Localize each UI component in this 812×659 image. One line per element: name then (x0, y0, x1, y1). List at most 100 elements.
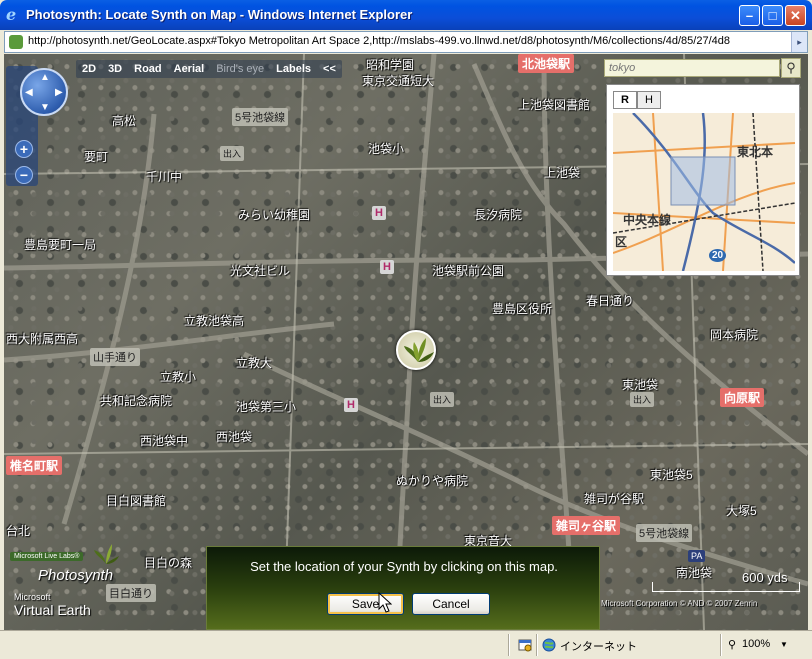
zoom-icon[interactable]: ⚲ (728, 638, 736, 651)
parking-marker: PA (688, 550, 706, 562)
map-label: 大塚5 (726, 504, 757, 518)
map-label: 上池袋図書館 (518, 98, 591, 112)
station-label: 椎名町駅 (6, 456, 63, 475)
map-label: 要町 (84, 150, 109, 164)
map-label: 共和記念病院 (100, 394, 173, 408)
map-label: 西池袋 (216, 430, 253, 444)
synth-location-pin[interactable] (396, 330, 436, 370)
synth-leaf-icon (404, 338, 434, 362)
minimap-view[interactable]: 東北本 中央本線 区 20 (613, 113, 795, 271)
photosynth-logo-icon (94, 544, 119, 564)
map-label: 昭和学園 (366, 58, 415, 72)
route-label: 5号池袋線 (232, 108, 289, 126)
pan-up-icon[interactable]: ▲ (40, 72, 50, 83)
ie-logo-icon: e (6, 5, 17, 24)
map-label: 西池袋中 (140, 434, 189, 448)
address-url[interactable]: http://photosynth.net/GeoLocate.aspx#Tok… (28, 35, 793, 47)
virtual-earth-logo: Virtual Earth (14, 602, 91, 618)
pan-right-icon[interactable]: ▶ (55, 87, 63, 98)
aerial-map[interactable]: 2D 3D Road Aerial Bird's eye Labels << +… (4, 54, 808, 630)
window-title: Photosynth: Locate Synth on Map - Window… (26, 7, 413, 22)
search-icon[interactable]: ⚲ (781, 58, 801, 78)
road-style-button[interactable]: Road (134, 63, 162, 75)
live-labs-badge: Microsoft Live Labs® (10, 552, 84, 561)
station-label: 雑司ヶ谷駅 (552, 516, 621, 535)
cancel-button[interactable]: Cancel (412, 593, 490, 615)
station-label: 向原駅 (720, 388, 765, 407)
labels-toggle[interactable]: Labels (276, 63, 311, 75)
collapse-toolbar-button[interactable]: << (323, 63, 336, 75)
map-label: 岡本病院 (710, 328, 759, 342)
pan-compass[interactable]: ▲ ▼ ◀ ▶ (20, 68, 68, 116)
exit-marker: 出入 (430, 392, 455, 407)
locate-synth-dialog: Set the location of your Synth by clicki… (206, 546, 600, 630)
address-scroll-right-icon[interactable]: ▸ (791, 32, 807, 52)
map-label: 春日通り (586, 294, 635, 308)
map-copyright: Microsoft Corporation © AND © 2007 Zenri… (601, 599, 758, 608)
map-label: 西大附属西高 (6, 332, 79, 346)
map-label: 東池袋5 (650, 468, 693, 482)
minimap[interactable]: R H 東北本 中央本線 区 20 (606, 84, 800, 276)
minimap-label: 東北本 (737, 145, 774, 159)
minimap-roads (613, 113, 795, 271)
route-20-shield: 20 (709, 249, 727, 262)
window-titlebar[interactable]: e Photosynth: Locate Synth on Map - Wind… (0, 0, 812, 30)
popup-blocked-icon[interactable] (518, 638, 532, 652)
map-label: 山手通り (90, 348, 140, 366)
minimize-button[interactable]: – (739, 5, 760, 26)
address-bar[interactable]: http://photosynth.net/GeoLocate.aspx#Tok… (4, 31, 808, 53)
map-label: みらい幼稚園 (238, 208, 311, 222)
photosynth-brand: Photosynth (38, 567, 114, 584)
map-label: 目白の森 (144, 556, 193, 570)
security-zone-label: インターネット (560, 641, 637, 653)
map-label: 池袋小 (368, 142, 405, 156)
map-label: 長汐病院 (474, 208, 523, 222)
zoom-out-button[interactable]: − (15, 166, 33, 184)
map-label: 東池袋 (622, 378, 659, 392)
map-label: 目白通り (106, 584, 156, 602)
map-label: 目白図書館 (106, 494, 167, 508)
map-label: 上池袋 (544, 166, 581, 180)
birds-eye-button[interactable]: Bird's eye (216, 63, 264, 75)
map-style-toolbar: 2D 3D Road Aerial Bird's eye Labels << (76, 60, 342, 78)
aerial-style-button[interactable]: Aerial (174, 63, 205, 75)
map-label: 立教大 (236, 356, 273, 370)
hospital-marker: H (380, 260, 394, 274)
map-label: 高松 (112, 114, 137, 128)
save-button[interactable]: Save (327, 593, 404, 615)
map-label: 南池袋 (676, 566, 713, 580)
scale-bar (652, 582, 800, 592)
minimap-label: 区 (615, 235, 628, 249)
map-search-input[interactable] (604, 59, 780, 77)
map-label: 立教池袋高 (184, 314, 245, 328)
zoom-in-button[interactable]: + (15, 140, 33, 158)
map-label: 豊島要町一局 (24, 238, 97, 252)
map-label: 光文社ビル (230, 264, 291, 278)
map-label: 雑司が谷駅 (584, 492, 645, 506)
hospital-marker: H (372, 206, 386, 220)
zoom-dropdown-icon[interactable]: ▼ (780, 640, 788, 649)
hospital-marker: H (344, 398, 358, 412)
exit-marker: 出入 (630, 392, 655, 407)
mouse-cursor-icon (378, 592, 392, 613)
pan-down-icon[interactable]: ▼ (40, 102, 50, 113)
exit-marker: 出入 (220, 146, 245, 161)
maximize-button[interactable]: □ (762, 5, 783, 26)
map-label: 池袋第三小 (236, 400, 297, 414)
dialog-message: Set the location of your Synth by clicki… (250, 559, 558, 574)
internet-zone-globe-icon (542, 638, 556, 652)
close-button[interactable]: ✕ (785, 5, 806, 26)
pan-left-icon[interactable]: ◀ (25, 87, 33, 98)
zoom-level[interactable]: 100% (742, 638, 770, 650)
view-3d-button[interactable]: 3D (108, 63, 122, 75)
status-bar: インターネット ⚲ 100% ▼ (0, 630, 812, 659)
map-label: 立教小 (160, 370, 197, 384)
map-label: 東京交通短大 (362, 74, 435, 88)
favicon-icon (9, 35, 23, 49)
map-label: 千川中 (146, 170, 183, 184)
view-2d-button[interactable]: 2D (82, 63, 96, 75)
minimap-road-tab[interactable]: R (613, 91, 637, 109)
map-label: 豊島区役所 (492, 302, 553, 316)
minimap-hybrid-tab[interactable]: H (637, 91, 661, 109)
minimap-label: 中央本線 (623, 213, 672, 227)
